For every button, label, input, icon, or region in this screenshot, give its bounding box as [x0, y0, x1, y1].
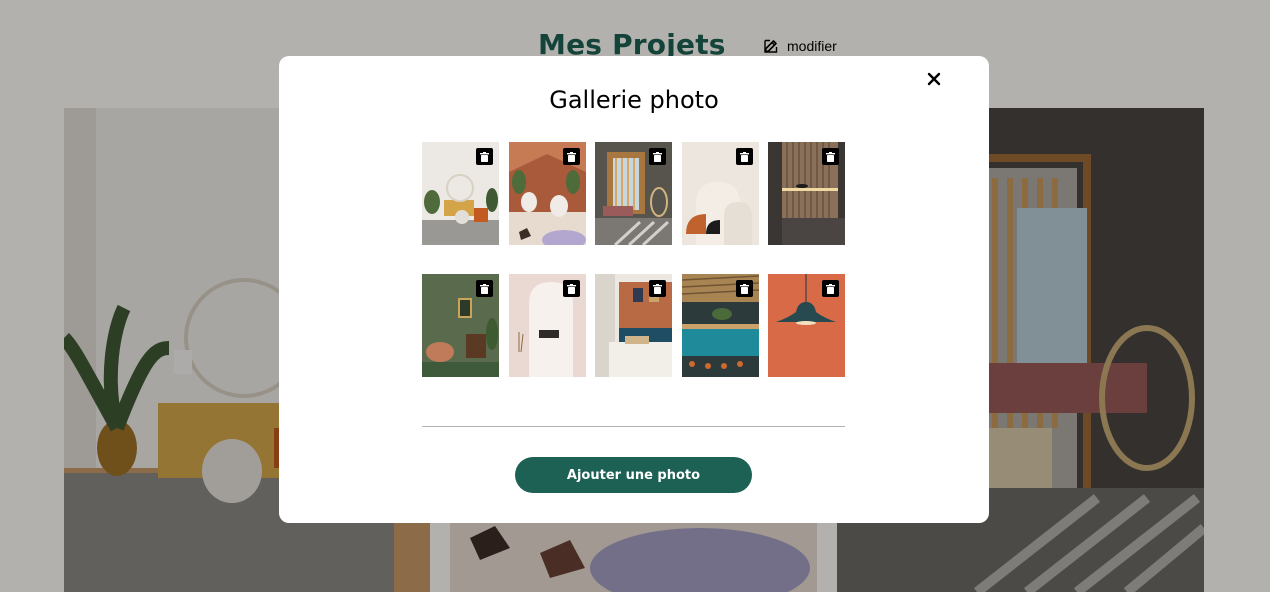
trash-icon: [826, 151, 835, 162]
delete-photo-button[interactable]: [822, 148, 839, 165]
photo-thumb: [509, 274, 586, 377]
delete-photo-button[interactable]: [563, 280, 580, 297]
photo-thumb: [422, 142, 499, 245]
delete-photo-button[interactable]: [563, 148, 580, 165]
delete-photo-button[interactable]: [476, 148, 493, 165]
trash-icon: [653, 283, 662, 294]
photo-thumb: [768, 274, 845, 377]
modal-title: Gallerie photo: [549, 86, 719, 114]
delete-photo-button[interactable]: [822, 280, 839, 297]
delete-photo-button[interactable]: [476, 280, 493, 297]
trash-icon: [740, 151, 749, 162]
delete-photo-button[interactable]: [736, 148, 753, 165]
trash-icon: [826, 283, 835, 294]
add-photo-button[interactable]: Ajouter une photo: [515, 457, 752, 493]
divider: [422, 426, 845, 427]
trash-icon: [480, 283, 489, 294]
delete-photo-button[interactable]: [736, 280, 753, 297]
trash-icon: [740, 283, 749, 294]
photo-thumb: [595, 274, 672, 377]
page-root: Mes Projets modifier Gallerie photo Ajou…: [0, 0, 1270, 592]
photo-thumb: [682, 274, 759, 377]
delete-photo-button[interactable]: [649, 280, 666, 297]
photo-thumb: [422, 274, 499, 377]
gallery-modal: Gallerie photo Ajouter une photo: [279, 56, 989, 523]
photo-thumb: [768, 142, 845, 245]
photo-thumb: [595, 142, 672, 245]
photo-grid: [422, 142, 846, 378]
trash-icon: [567, 151, 576, 162]
trash-icon: [653, 151, 662, 162]
trash-icon: [567, 283, 576, 294]
trash-icon: [480, 151, 489, 162]
photo-thumb: [682, 142, 759, 245]
delete-photo-button[interactable]: [649, 148, 666, 165]
photo-thumb: [509, 142, 586, 245]
